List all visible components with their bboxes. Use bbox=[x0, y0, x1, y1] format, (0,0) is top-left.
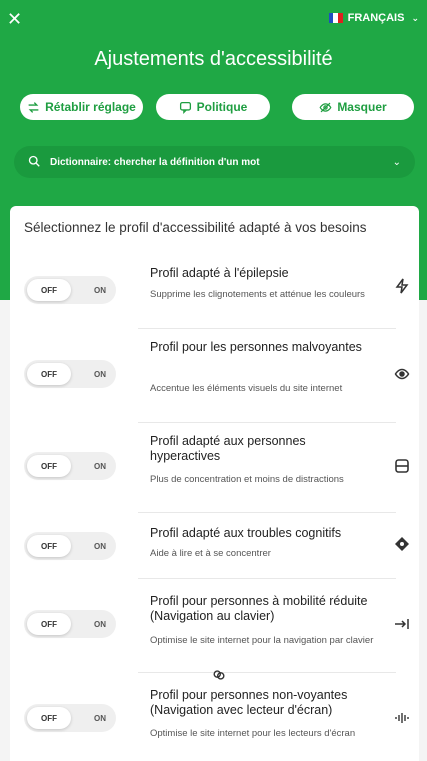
toggle-on-label: ON bbox=[94, 713, 106, 723]
swap-arrows-icon bbox=[28, 101, 39, 113]
language-selector[interactable]: FRANÇAIS ⌄ bbox=[328, 12, 419, 24]
page-title: Ajustements d'accessibilité bbox=[94, 48, 333, 70]
profile-toggle[interactable]: OFF ON bbox=[24, 452, 116, 480]
toggle-off-label: OFF bbox=[27, 535, 71, 557]
toggle-off-label: OFF bbox=[27, 455, 71, 477]
profile-toggle[interactable]: OFF ON bbox=[24, 360, 116, 388]
profile-title: Profil adapté aux personnes hyperactives bbox=[150, 434, 306, 463]
toggle-on-label: ON bbox=[94, 461, 106, 471]
toggle-off-label: OFF bbox=[27, 707, 71, 729]
reset-settings-button[interactable]: Rétablir réglage bbox=[20, 94, 143, 120]
divider bbox=[138, 328, 396, 329]
profile-toggle[interactable]: OFF ON bbox=[24, 532, 116, 560]
toggle-on-label: ON bbox=[94, 285, 106, 295]
toggle-off-label: OFF bbox=[27, 279, 71, 301]
dictionary-search[interactable]: Dictionnaire: chercher la définition d'u… bbox=[14, 146, 415, 178]
message-icon bbox=[179, 101, 191, 114]
bolt-icon bbox=[395, 278, 409, 294]
eye-off-icon bbox=[319, 102, 332, 112]
profile-description: Accentue les éléments visuels du site in… bbox=[150, 383, 343, 394]
toggle-on-label: ON bbox=[94, 541, 106, 551]
profile-description: Plus de concentration et moins de distra… bbox=[150, 474, 344, 485]
audio-wave-icon bbox=[395, 713, 409, 723]
link-icon bbox=[213, 670, 225, 680]
dictionary-search-text: Dictionnaire: chercher la définition d'u… bbox=[50, 156, 260, 168]
arrow-to-bar-icon bbox=[395, 619, 409, 629]
divider bbox=[138, 672, 396, 673]
divider bbox=[138, 422, 396, 423]
eye-icon bbox=[394, 368, 410, 380]
profile-toggle[interactable]: OFF ON bbox=[24, 276, 116, 304]
toggle-off-label: OFF bbox=[27, 363, 71, 385]
divider bbox=[138, 578, 396, 579]
profiles-heading: Sélectionnez le profil d'accessibilité a… bbox=[24, 220, 367, 235]
reset-settings-label: Rétablir réglage bbox=[45, 100, 136, 114]
hide-label: Masquer bbox=[337, 100, 387, 114]
profile-description: Aide à lire et à se concentrer bbox=[150, 548, 271, 559]
hide-button[interactable]: Masquer bbox=[292, 94, 414, 120]
focus-box-icon bbox=[395, 459, 409, 473]
compass-icon bbox=[395, 537, 409, 551]
france-flag-icon bbox=[328, 13, 343, 23]
chevron-down-icon: ⌄ bbox=[411, 12, 419, 23]
toggle-on-label: ON bbox=[94, 619, 106, 629]
profile-toggle[interactable]: OFF ON bbox=[24, 610, 116, 638]
policy-label: Politique bbox=[196, 100, 248, 114]
profile-title: Profil pour personnes non-voyantes (Navi… bbox=[150, 688, 348, 717]
accessibility-panel: ✕ FRANÇAIS ⌄ Ajustements d'accessibilité… bbox=[0, 0, 427, 761]
language-label: FRANÇAIS bbox=[347, 12, 405, 24]
profile-title: Profil pour personnes à mobilité réduite… bbox=[150, 594, 368, 623]
chevron-down-icon: ⌄ bbox=[392, 156, 401, 168]
profile-title: Profil adapté aux troubles cognitifs bbox=[150, 526, 342, 540]
profile-title: Profil pour les personnes malvoyantes bbox=[150, 340, 362, 354]
profile-toggle[interactable]: OFF ON bbox=[24, 704, 116, 732]
profile-description: Optimise le site internet pour la naviga… bbox=[150, 635, 374, 646]
profile-description: Supprime les clignotements et atténue le… bbox=[150, 289, 365, 300]
policy-button[interactable]: Politique bbox=[156, 94, 270, 120]
toggle-on-label: ON bbox=[94, 369, 106, 379]
profile-title: Profil adapté à l'épilepsie bbox=[150, 266, 289, 280]
toggle-off-label: OFF bbox=[27, 613, 71, 635]
divider bbox=[138, 512, 396, 513]
profile-description: Optimise le site internet pour les lecte… bbox=[150, 728, 356, 739]
close-icon: ✕ bbox=[7, 9, 23, 29]
search-icon bbox=[28, 155, 40, 170]
close-button[interactable]: ✕ bbox=[7, 10, 27, 30]
